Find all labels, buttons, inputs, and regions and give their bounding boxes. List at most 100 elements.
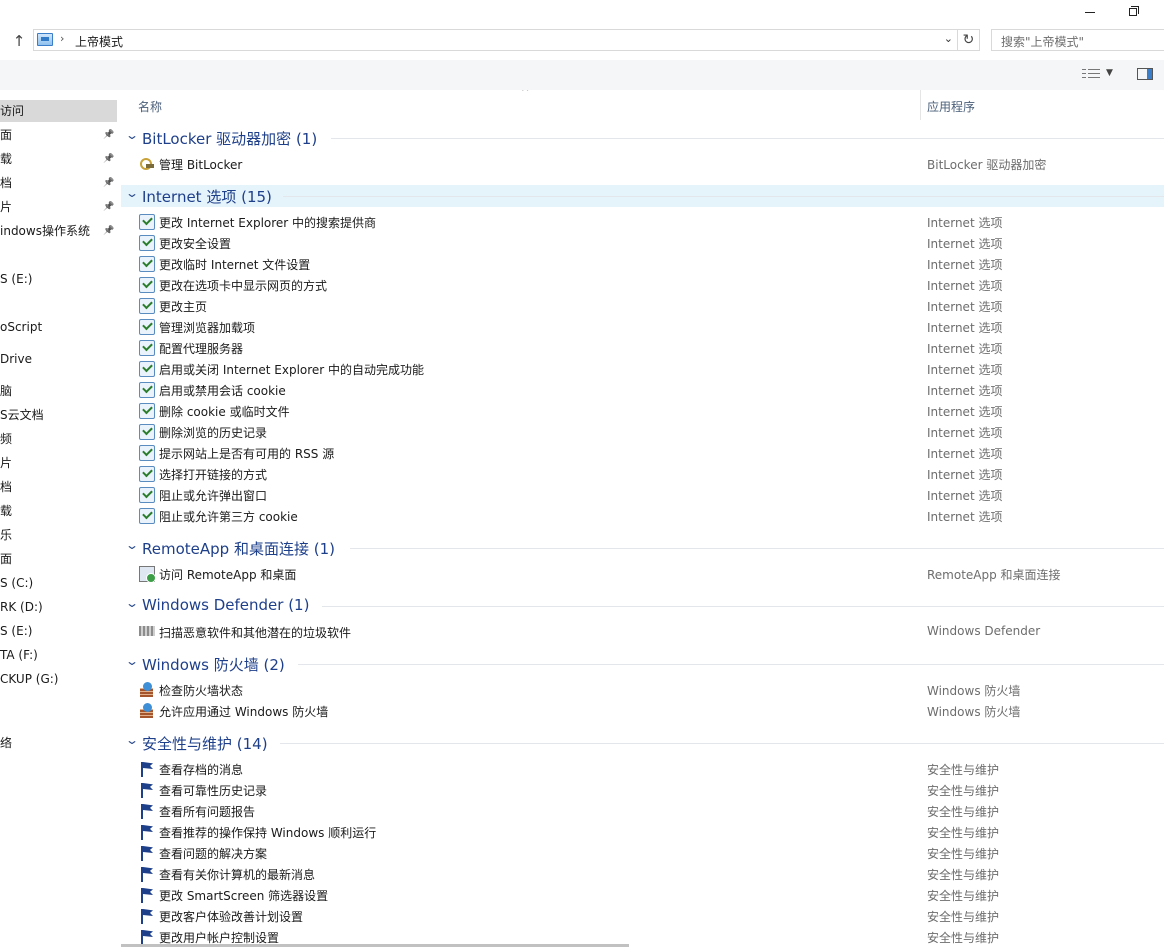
list-item[interactable]: 启用或关闭 Internet Explorer 中的自动完成功能 Internet… xyxy=(121,358,1164,379)
nav-item[interactable]: S (C:) xyxy=(0,572,117,594)
list-item[interactable]: 更改临时 Internet 文件设置 Internet 选项 xyxy=(121,253,1164,274)
breadcrumb[interactable]: 上帝模式 xyxy=(75,33,123,50)
list-item[interactable]: 阻止或允许弹出窗口 Internet 选项 xyxy=(121,484,1164,505)
group-header[interactable]: ⌄ BitLocker 驱动器加密 (1) xyxy=(121,127,1164,149)
list-item[interactable]: 管理 BitLocker BitLocker 驱动器加密 xyxy=(121,153,1164,174)
list-item[interactable]: 查看所有问题报告 安全性与维护 xyxy=(121,800,1164,821)
nav-item[interactable]: 片 xyxy=(0,452,117,474)
nav-item-label: Drive xyxy=(0,352,32,366)
list-item[interactable]: 删除 cookie 或临时文件 Internet 选项 xyxy=(121,400,1164,421)
refresh-button[interactable]: ↻ xyxy=(958,29,980,51)
list-item[interactable]: 更改在选项卡中显示网页的方式 Internet 选项 xyxy=(121,274,1164,295)
nav-item[interactable]: CKUP (G:) xyxy=(0,668,117,690)
list-item[interactable]: 查看问题的解决方案 安全性与维护 xyxy=(121,842,1164,863)
up-button[interactable]: ↑ xyxy=(8,30,30,52)
list-item[interactable]: 允许应用通过 Windows 防火墙 Windows 防火墙 xyxy=(121,700,1164,721)
collapse-chevron-icon[interactable]: ⌄ xyxy=(125,538,139,552)
group-header[interactable]: ⌄ Windows Defender (1) xyxy=(121,595,1164,617)
nav-item[interactable]: indows操作系统 📌 xyxy=(0,220,117,242)
pin-icon[interactable]: 📌 xyxy=(103,148,114,170)
details-view-icon[interactable] xyxy=(1082,68,1100,80)
nav-item[interactable]: oScript xyxy=(0,316,117,338)
list-item[interactable]: 删除浏览的历史记录 Internet 选项 xyxy=(121,421,1164,442)
nav-item[interactable]: S (E:) xyxy=(0,620,117,642)
list-item[interactable]: 扫描恶意软件和其他潜在的垃圾软件 Windows Defender xyxy=(121,621,1164,642)
list-item[interactable]: 更改安全设置 Internet 选项 xyxy=(121,232,1164,253)
group-title: Internet 选项 (15) xyxy=(142,188,272,206)
collapse-chevron-icon[interactable]: ⌄ xyxy=(125,733,139,747)
list-item[interactable]: 更改 Internet Explorer 中的搜索提供商 Internet 选项 xyxy=(121,211,1164,232)
nav-item[interactable]: 乐 xyxy=(0,524,117,546)
list-item[interactable]: 启用或禁用会话 cookie Internet 选项 xyxy=(121,379,1164,400)
group-title: Windows Defender (1) xyxy=(142,596,310,614)
nav-item[interactable]: 访问 xyxy=(0,100,117,122)
list-item[interactable]: 更改主页 Internet 选项 xyxy=(121,295,1164,316)
column-header-app[interactable]: 应用程序 xyxy=(927,98,975,115)
list-item[interactable]: 访问 RemoteApp 和桌面 RemoteApp 和桌面连接 xyxy=(121,563,1164,584)
address-dropdown-icon[interactable]: ⌄ xyxy=(944,32,953,45)
flag-icon xyxy=(139,866,155,882)
nav-item-label: 访问 xyxy=(0,104,25,118)
list-item[interactable]: 查看推荐的操作保持 Windows 顺利运行 安全性与维护 xyxy=(121,821,1164,842)
nav-item[interactable]: 频 xyxy=(0,428,117,450)
address-bar[interactable]: › 上帝模式 ⌄ xyxy=(33,29,958,51)
list-item[interactable]: 提示网站上是否有可用的 RSS 源 Internet 选项 xyxy=(121,442,1164,463)
column-header-name[interactable]: 名称 xyxy=(138,98,162,115)
search-placeholder: 搜索"上帝模式" xyxy=(1001,35,1085,49)
group-divider xyxy=(298,664,1164,665)
list-item[interactable]: 更改 SmartScreen 筛选器设置 安全性与维护 xyxy=(121,884,1164,905)
nav-item[interactable]: TA (F:) xyxy=(0,644,117,666)
pin-icon[interactable]: 📌 xyxy=(103,220,114,242)
breadcrumb-chevron-icon[interactable]: › xyxy=(60,32,64,45)
nav-item[interactable]: 档 📌 xyxy=(0,172,117,194)
list-item[interactable]: 配置代理服务器 Internet 选项 xyxy=(121,337,1164,358)
collapse-chevron-icon[interactable]: ⌄ xyxy=(125,186,139,200)
nav-item[interactable]: Drive xyxy=(0,348,117,370)
list-item[interactable]: 管理浏览器加载项 Internet 选项 xyxy=(121,316,1164,337)
nav-item[interactable]: S (E:) xyxy=(0,268,117,290)
pin-icon[interactable]: 📌 xyxy=(103,196,114,218)
group-header[interactable]: ⌄ 安全性与维护 (14) xyxy=(121,732,1164,754)
list-item[interactable]: 更改客户体验改善计划设置 安全性与维护 xyxy=(121,905,1164,926)
nav-item[interactable]: 片 📌 xyxy=(0,196,117,218)
group-header[interactable]: ⌄ Internet 选项 (15) xyxy=(121,185,1164,207)
list-item[interactable]: 查看有关你计算机的最新消息 安全性与维护 xyxy=(121,863,1164,884)
preview-pane-icon[interactable] xyxy=(1137,68,1153,80)
item-name: 启用或关闭 Internet Explorer 中的自动完成功能 xyxy=(159,363,425,377)
internet-options-icon xyxy=(139,319,155,335)
collapse-chevron-icon[interactable]: ⌄ xyxy=(125,128,139,142)
item-name: 阻止或允许弹出窗口 xyxy=(159,489,268,503)
nav-item[interactable]: 脑 xyxy=(0,380,117,402)
pin-icon[interactable]: 📌 xyxy=(103,172,114,194)
search-input[interactable]: 搜索"上帝模式" xyxy=(991,29,1164,51)
nav-item[interactable]: RK (D:) xyxy=(0,596,117,618)
nav-item-label: S (E:) xyxy=(0,272,33,286)
item-app: Internet 选项 xyxy=(927,342,1003,356)
list-item[interactable]: 查看可靠性历史记录 安全性与维护 xyxy=(121,779,1164,800)
internet-options-icon xyxy=(139,508,155,524)
nav-item-label: 片 xyxy=(0,200,13,214)
restore-button[interactable] xyxy=(1111,0,1157,24)
collapse-chevron-icon[interactable]: ⌄ xyxy=(125,654,139,668)
nav-item[interactable]: 络 xyxy=(0,732,117,754)
nav-item[interactable]: 面 xyxy=(0,548,117,570)
view-options-dropdown-icon[interactable]: ▼ xyxy=(1106,68,1113,78)
list-item[interactable]: 阻止或允许第三方 cookie Internet 选项 xyxy=(121,505,1164,526)
nav-item[interactable]: 档 xyxy=(0,476,117,498)
list-item[interactable]: 查看存档的消息 安全性与维护 xyxy=(121,758,1164,779)
group-header[interactable]: ⌄ RemoteApp 和桌面连接 (1) xyxy=(121,537,1164,559)
minimize-button[interactable] xyxy=(1067,0,1113,24)
column-divider[interactable] xyxy=(920,90,921,120)
list-item[interactable]: 检查防火墙状态 Windows 防火墙 xyxy=(121,679,1164,700)
collapse-chevron-icon[interactable]: ⌄ xyxy=(125,596,139,610)
pin-icon[interactable]: 📌 xyxy=(103,124,114,146)
nav-item[interactable]: S云文档 xyxy=(0,404,117,426)
list-item[interactable]: 选择打开链接的方式 Internet 选项 xyxy=(121,463,1164,484)
nav-item[interactable]: 载 📌 xyxy=(0,148,117,170)
nav-item[interactable]: 面 📌 xyxy=(0,124,117,146)
nav-item-label: TA (F:) xyxy=(0,648,38,662)
nav-item[interactable]: 载 xyxy=(0,500,117,522)
group-header[interactable]: ⌄ Windows 防火墙 (2) xyxy=(121,653,1164,675)
item-app: Internet 选项 xyxy=(927,426,1003,440)
item-app: 安全性与维护 xyxy=(927,910,1000,924)
